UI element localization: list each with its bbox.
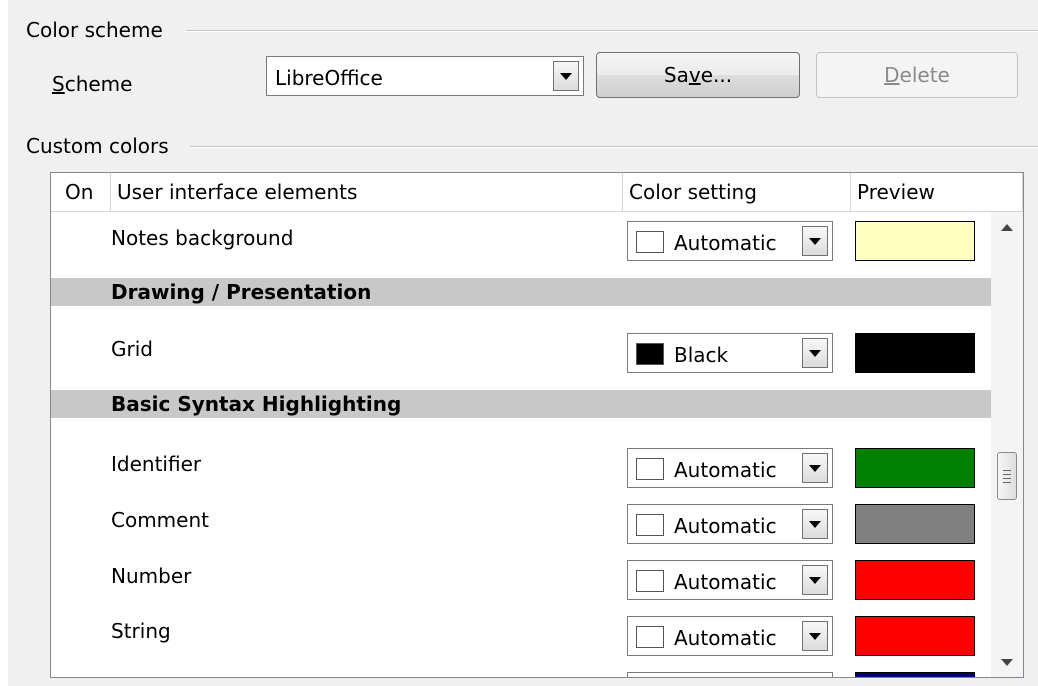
scroll-up-icon[interactable] — [1001, 224, 1013, 231]
scheme-mnemonic: S — [52, 72, 65, 96]
chevron-down-icon[interactable] — [802, 453, 828, 483]
color-select-identifier[interactable]: Automatic — [627, 448, 833, 488]
delete-mnemonic: D — [884, 63, 900, 87]
element-identifier: Identifier — [111, 452, 202, 476]
scrollbar-thumb[interactable] — [997, 452, 1017, 500]
column-header-on[interactable]: On — [51, 173, 111, 211]
save-mnemonic: v — [688, 63, 701, 87]
chevron-down-icon[interactable] — [802, 226, 828, 256]
color-select-partial[interactable] — [627, 672, 833, 677]
save-label-b: e... — [700, 63, 733, 87]
color-swatch — [636, 343, 664, 365]
column-header-preview[interactable]: Preview — [851, 173, 1023, 211]
color-scheme-divider — [186, 30, 1038, 31]
chevron-down-icon[interactable] — [802, 621, 828, 651]
save-label-a: Sa — [663, 63, 689, 87]
color-select-grid[interactable]: Black — [627, 333, 833, 373]
color-select-string[interactable]: Automatic — [627, 616, 833, 656]
color-swatch — [636, 231, 664, 253]
color-swatch — [636, 514, 664, 536]
color-setting-value: Automatic — [674, 458, 777, 482]
save-button[interactable]: Sa v e... — [596, 52, 800, 98]
color-setting-value: Black — [674, 343, 729, 367]
section-label: Drawing / Presentation — [111, 280, 372, 304]
section-label: Basic Syntax Highlighting — [111, 392, 402, 416]
vertical-scrollbar[interactable] — [991, 212, 1023, 677]
column-header-color-setting[interactable]: Color setting — [623, 173, 851, 211]
color-scheme-heading: Color scheme — [26, 18, 169, 42]
color-setting-value: Automatic — [674, 570, 777, 594]
element-notes-background: Notes background — [111, 226, 294, 250]
color-select-notes-background[interactable]: Automatic — [627, 221, 833, 261]
preview-notes-background — [855, 221, 975, 261]
scheme-label-rest: cheme — [64, 72, 133, 96]
preview-partial — [855, 672, 975, 677]
color-setting-value: Automatic — [674, 514, 777, 538]
scheme-label: Scheme — [52, 72, 132, 96]
section-basic-syntax: Basic Syntax Highlighting — [51, 390, 991, 418]
table-body: Notes background Automatic Drawing / Pre… — [51, 212, 991, 677]
section-drawing-presentation: Drawing / Presentation — [51, 278, 991, 306]
preview-grid — [855, 333, 975, 373]
preview-comment — [855, 504, 975, 544]
element-comment: Comment — [111, 508, 209, 532]
preview-identifier — [855, 448, 975, 488]
color-swatch — [636, 626, 664, 648]
color-select-number[interactable]: Automatic — [627, 560, 833, 600]
column-header-elements[interactable]: User interface elements — [111, 173, 623, 211]
chevron-down-icon[interactable] — [802, 565, 828, 595]
element-number: Number — [111, 564, 192, 588]
custom-colors-heading: Custom colors — [26, 134, 175, 158]
delete-button[interactable]: Delete — [816, 52, 1018, 98]
color-setting-value: Automatic — [674, 231, 777, 255]
delete-label-rest: elete — [899, 63, 950, 87]
preview-string — [855, 616, 975, 656]
custom-colors-table: On User interface elements Color setting… — [50, 172, 1024, 678]
custom-colors-divider — [190, 146, 1038, 147]
scheme-dropdown[interactable]: LibreOffice — [266, 56, 584, 96]
table-header: On User interface elements Color setting… — [51, 173, 1023, 212]
element-string: String — [111, 619, 171, 643]
scheme-value: LibreOffice — [275, 66, 383, 90]
scroll-down-icon[interactable] — [1001, 659, 1013, 666]
chevron-down-icon[interactable] — [802, 338, 828, 368]
color-swatch — [636, 458, 664, 480]
color-swatch — [636, 570, 664, 592]
preview-number — [855, 560, 975, 600]
element-grid: Grid — [111, 337, 153, 361]
chevron-down-icon[interactable] — [553, 61, 579, 91]
chevron-down-icon[interactable] — [802, 509, 828, 539]
color-setting-value: Automatic — [674, 626, 777, 650]
color-select-comment[interactable]: Automatic — [627, 504, 833, 544]
